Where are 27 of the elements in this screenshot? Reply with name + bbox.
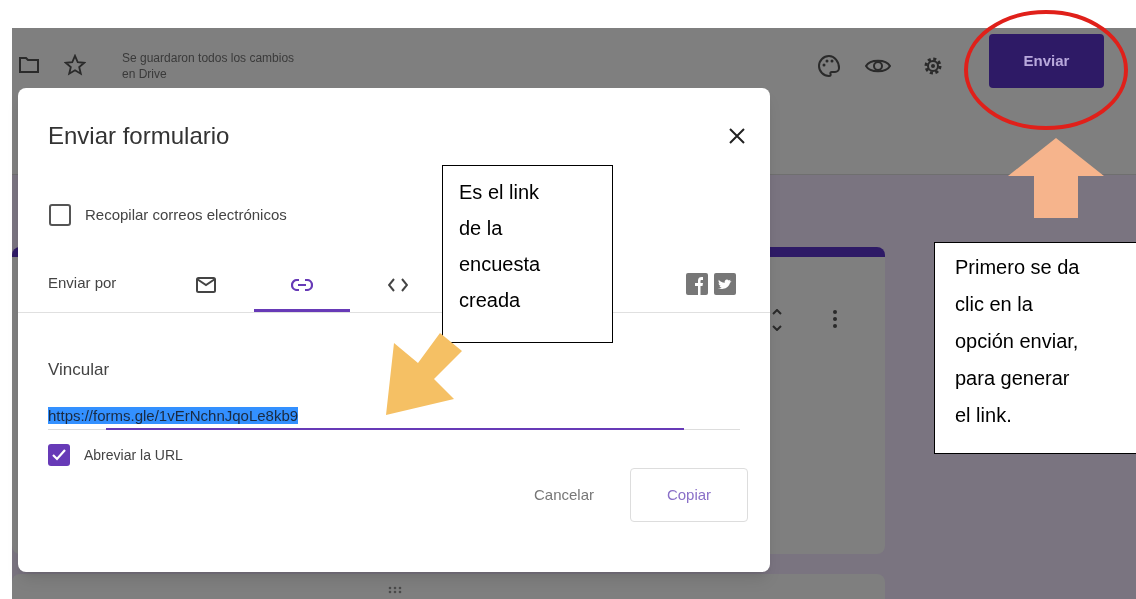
code-icon: [388, 278, 408, 292]
callout-box: Es el link de la encuesta creada: [442, 165, 613, 343]
send-via-label: Enviar por: [48, 273, 118, 293]
save-status: Se guardaron todos los cambios en Drive: [122, 50, 296, 82]
palette-icon[interactable]: [817, 54, 841, 78]
checkbox-label: Recopilar correos electrónicos: [85, 205, 287, 225]
checkbox[interactable]: [49, 204, 71, 227]
checkbox-label: Abreviar la URL: [84, 445, 183, 465]
collapse-icon[interactable]: [772, 309, 782, 331]
facebook-icon[interactable]: [686, 272, 708, 295]
drag-handle-icon[interactable]: [388, 586, 402, 594]
checkmark-icon: [52, 449, 66, 461]
link-label: Vincular: [47, 358, 111, 381]
checkbox[interactable]: [48, 444, 70, 466]
email-icon: [196, 277, 216, 293]
folder-icon[interactable]: [18, 56, 40, 74]
cancel-button[interactable]: Cancelar: [527, 475, 600, 515]
close-icon[interactable]: [728, 127, 746, 145]
copy-button[interactable]: Copiar: [630, 468, 748, 522]
link-field[interactable]: https://forms.gle/1vErNchnJqoLe8kb9: [48, 404, 740, 430]
dialog-title: Enviar formulario: [48, 121, 230, 151]
send-button[interactable]: Enviar: [989, 34, 1104, 88]
link-icon: [291, 279, 313, 291]
star-icon[interactable]: [64, 54, 86, 76]
kebab-menu-icon[interactable]: [832, 309, 838, 329]
twitter-icon[interactable]: [714, 272, 736, 295]
callout-box: Primero se da clic en la opción enviar, para generar el link.: [934, 242, 1136, 454]
